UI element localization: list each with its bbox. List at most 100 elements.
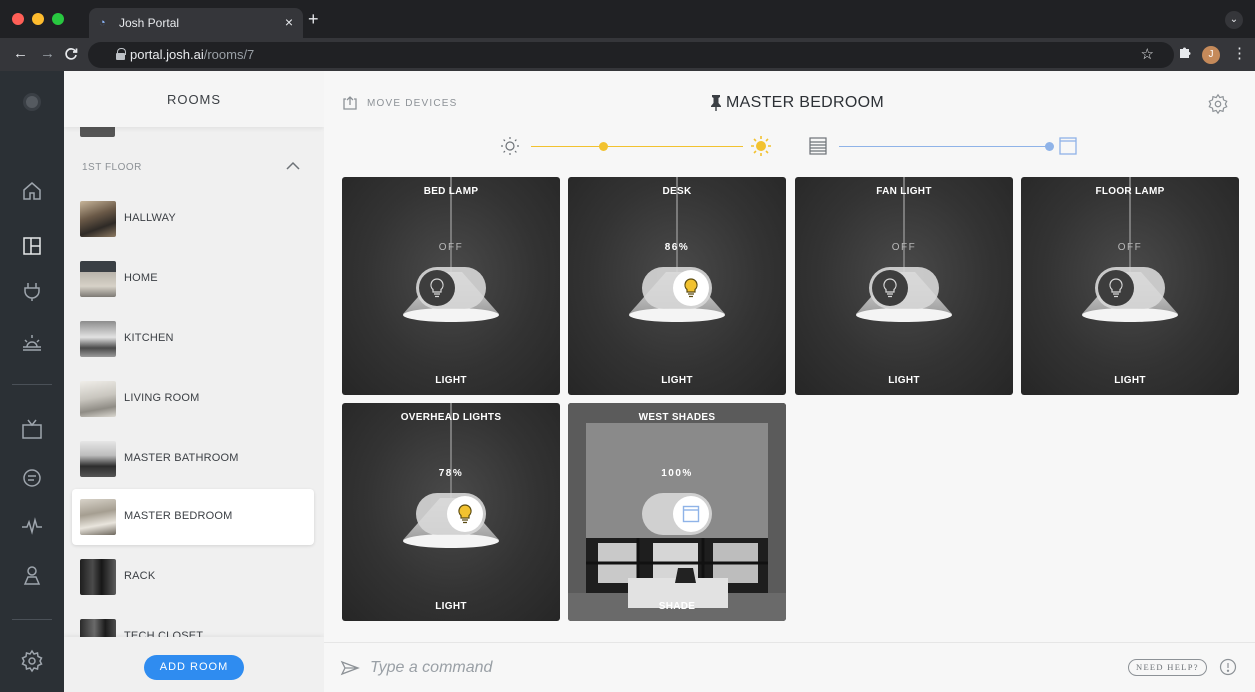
move-devices-label: MOVE DEVICES [367,98,458,109]
kebab-menu-icon[interactable]: ⋮ [1232,44,1247,62]
floor-label: 1ST FLOOR [82,162,142,173]
device-type: LIGHT [1114,375,1146,386]
device-status: 100% [661,468,693,479]
browser-tab-strip: ◔ Josh Portal × + ⌄ [0,0,1255,38]
room-item-home[interactable]: HOME [72,251,314,307]
room-item-master-bedroom[interactable]: MASTER BEDROOM [72,489,314,545]
device-toggle[interactable] [416,493,486,535]
room-title-group: MASTER BEDROOM [704,94,904,114]
device-tile[interactable]: OVERHEAD LIGHTS 78% LIGHT [342,403,560,621]
room-detail: MOVE DEVICES MASTER BEDROOM BED LAMP OFF L… [324,71,1255,692]
room-thumbnail [80,321,116,357]
shade-closed-icon [808,136,828,156]
device-name: BED LAMP [423,186,479,197]
room-item-kitchen[interactable]: KITCHEN [72,311,314,367]
browser-tab[interactable]: ◔ Josh Portal × [89,8,303,38]
device-tile[interactable]: FAN LIGHT OFF LIGHT [795,177,1013,395]
new-tab-button[interactable]: + [308,10,319,28]
info-icon[interactable] [1219,658,1237,676]
device-type: LIGHT [435,375,467,386]
device-status: 86% [664,242,690,253]
josh-favicon-icon: ◔ [99,17,106,29]
room-item-master-bathroom[interactable]: MASTER BATHROOM [72,431,314,487]
plug-icon[interactable] [20,279,44,303]
device-name: FLOOR LAMP [1095,186,1165,197]
tab-title: Josh Portal [119,16,180,30]
window-zoom-button[interactable] [52,13,64,25]
device-tile[interactable]: WEST SHADES 100% SHADE [568,403,786,621]
rooms-sidebar: ROOMS 1ST FLOOR HALLWAY HOME KITCHEN LIV… [64,71,324,692]
room-thumbnail [80,499,116,535]
room-thumbnail [80,201,116,237]
chat-icon[interactable] [20,466,44,490]
scene-icon[interactable] [20,329,44,353]
device-tile[interactable]: DESK 86% LIGHT [568,177,786,395]
room-item-rack[interactable]: RACK [72,549,314,605]
rooms-icon[interactable] [20,234,44,258]
lightbulb-icon [419,270,455,306]
device-toggle[interactable] [642,493,712,535]
device-name: FAN LIGHT [876,186,932,197]
josh-logo[interactable] [23,93,41,111]
command-send-icon [340,658,360,678]
shade-window-icon [673,496,709,532]
pin-icon[interactable] [710,95,722,111]
window-close-button[interactable] [12,13,24,25]
all-lights-slider-track[interactable] [531,146,743,147]
device-tile[interactable]: FLOOR LAMP OFF LIGHT [1021,177,1239,395]
lightbulb-icon [447,496,483,532]
device-toggle[interactable] [642,267,712,309]
room-thumbnail [80,559,116,595]
room-name: MASTER BEDROOM [124,510,233,522]
address-bar[interactable]: portal.josh.ai/rooms/7 ☆ [88,42,1174,68]
device-tile[interactable]: BED LAMP OFF LIGHT [342,177,560,395]
room-title: MASTER BEDROOM [726,94,884,111]
room-thumbnail-partial [80,127,115,137]
chevron-up-icon[interactable] [286,159,300,173]
rail-divider [12,384,52,385]
browser-toolbar: ← → portal.josh.ai/rooms/7 ☆ J ⋮ [0,38,1255,71]
device-toggle[interactable] [1095,267,1165,309]
app-rail [0,71,64,692]
device-name: DESK [662,186,692,197]
command-input[interactable] [370,657,1070,679]
brightness-high-icon [751,136,771,156]
room-name: RACK [124,570,156,582]
device-type: SHADE [658,601,696,612]
bookmark-star-icon[interactable]: ☆ [1141,45,1154,63]
device-toggle[interactable] [416,267,486,309]
tab-search-chevron-icon[interactable]: ⌄ [1225,11,1243,29]
extensions-puzzle-icon[interactable] [1178,45,1192,62]
room-name: KITCHEN [124,332,174,344]
room-thumbnail [80,381,116,417]
room-item-living-room[interactable]: LIVING ROOM [72,371,314,427]
rail-divider [12,619,52,620]
room-name: HALLWAY [124,212,176,224]
all-shades-slider-knob[interactable] [1044,142,1054,151]
room-settings-gear-icon[interactable] [1207,93,1229,115]
device-name: WEST SHADES [638,412,716,423]
tv-icon[interactable] [20,417,44,441]
brightness-low-icon [500,136,520,156]
user-icon[interactable] [20,563,44,587]
rooms-footer: ADD ROOM [64,637,324,692]
room-item-hallway[interactable]: HALLWAY [72,191,314,247]
all-shades-slider-track[interactable] [839,146,1049,147]
add-room-button[interactable]: ADD ROOM [144,655,244,680]
profile-avatar[interactable]: J [1202,46,1220,64]
gear-icon[interactable] [20,649,44,673]
device-toggle[interactable] [869,267,939,309]
back-arrow-icon[interactable]: ← [13,45,28,63]
activity-icon[interactable] [20,514,44,538]
device-status: OFF [438,242,464,253]
all-lights-slider-knob[interactable] [598,142,608,151]
forward-arrow-icon[interactable]: → [40,45,55,63]
home-icon[interactable] [20,179,44,203]
tab-close-icon[interactable]: × [285,14,293,30]
lightbulb-icon [1098,270,1134,306]
need-help-button[interactable]: NEED HELP? [1128,659,1207,676]
reload-icon[interactable] [64,45,78,66]
window-minimize-button[interactable] [32,13,44,25]
lock-icon [116,48,126,60]
device-status: OFF [891,242,917,253]
